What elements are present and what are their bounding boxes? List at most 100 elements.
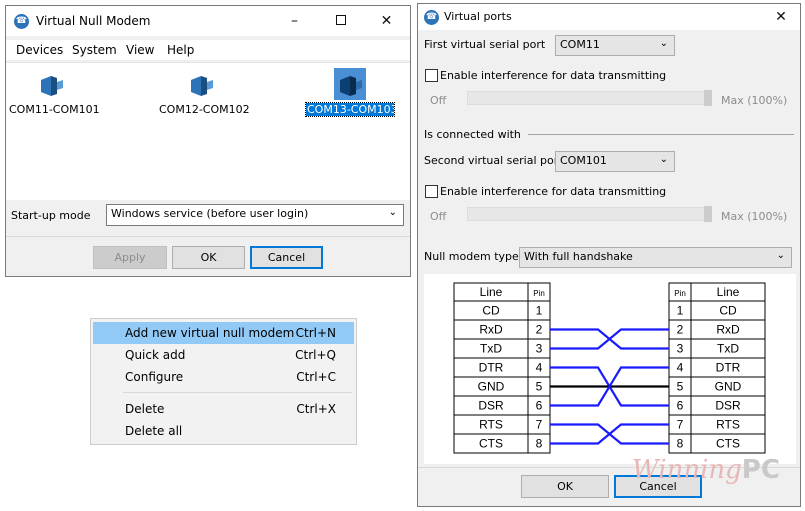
menu-help[interactable]: Help xyxy=(167,43,194,57)
menu-view[interactable]: View xyxy=(126,43,154,57)
right-line-label: RxD xyxy=(716,323,740,337)
null-modem-titlebar[interactable]: ☎ Virtual Null Modem – ✕ xyxy=(6,6,410,36)
minimize-icon[interactable]: – xyxy=(272,6,317,36)
menu-item-add-null-modem[interactable]: Add new virtual null modem Ctrl+N xyxy=(93,322,354,344)
virtual-ports-titlebar[interactable]: ☎ Virtual ports ✕ xyxy=(418,4,800,30)
null-modem-device-icon xyxy=(35,68,67,100)
menu-devices[interactable]: Devices xyxy=(16,43,63,57)
interference-slider-2[interactable] xyxy=(467,206,712,222)
close-icon[interactable]: ✕ xyxy=(364,6,409,36)
menu-item-configure[interactable]: Configure Ctrl+C xyxy=(93,366,354,388)
null-modem-type-select[interactable]: With full handshake ⌄ xyxy=(519,247,792,268)
app-icon: ☎ xyxy=(424,10,439,25)
left-line-label: RxD xyxy=(479,323,503,337)
wire-connection xyxy=(550,423,669,445)
right-line-label: DTR xyxy=(716,361,741,375)
interference-label-2: Enable interference for data transmittin… xyxy=(440,185,667,198)
left-pin-label: 8 xyxy=(536,437,543,451)
cancel-button[interactable]: Cancel xyxy=(250,246,323,269)
second-port-label: Second virtual serial port xyxy=(424,154,563,167)
right-pin-label: 8 xyxy=(677,437,684,451)
right-line-label: RTS xyxy=(716,418,740,432)
app-icon: ☎ xyxy=(14,14,29,29)
right-header-line: Line xyxy=(717,285,740,299)
startup-mode-label: Start-up mode xyxy=(11,209,91,222)
divider xyxy=(6,236,410,237)
menu-item-label: Add new virtual null modem xyxy=(125,326,295,340)
right-line-label: GND xyxy=(715,380,742,394)
null-modem-device-icon xyxy=(185,68,217,100)
menu-item-label: Delete xyxy=(125,402,165,416)
chevron-down-icon: ⌄ xyxy=(659,38,668,49)
first-port-label: First virtual serial port xyxy=(424,38,546,51)
left-line-label: TxD xyxy=(480,342,502,356)
right-pin-label: 5 xyxy=(677,380,684,394)
null-modem-type-label: Null modem type xyxy=(424,250,519,263)
right-line-label: DSR xyxy=(715,399,741,413)
menu-item-shortcut: Ctrl+C xyxy=(296,370,336,384)
interference-slider-1[interactable] xyxy=(467,90,712,106)
slider-thumb[interactable] xyxy=(704,90,712,106)
device-item[interactable]: COM11-COM101 xyxy=(8,68,100,116)
startup-mode-select[interactable]: Windows service (before user login) ⌄ xyxy=(106,204,404,226)
left-line-label: CD xyxy=(482,304,500,318)
menu-item-delete-all[interactable]: Delete all xyxy=(93,420,354,442)
interference-checkbox-1[interactable] xyxy=(425,69,438,82)
apply-button[interactable]: Apply xyxy=(93,246,167,269)
right-pin-label: 2 xyxy=(677,323,684,337)
right-line-label: CTS xyxy=(716,437,740,451)
left-pin-label: 7 xyxy=(536,418,543,432)
device-label: COM11-COM101 xyxy=(9,103,100,116)
device-label: COM13-COM103 xyxy=(305,102,398,117)
left-pin-label: 3 xyxy=(536,342,543,356)
menu-item-shortcut: Ctrl+X xyxy=(296,402,336,416)
menu-item-shortcut: Ctrl+Q xyxy=(295,348,336,362)
right-pin-label: 3 xyxy=(677,342,684,356)
window-title: Virtual Null Modem xyxy=(36,14,151,28)
device-item[interactable]: COM12-COM102 xyxy=(158,68,250,116)
slider-thumb[interactable] xyxy=(704,206,712,222)
ok-button[interactable]: OK xyxy=(521,475,609,498)
null-modem-window: ☎ Virtual Null Modem – ✕ Devices System … xyxy=(5,5,411,277)
startup-mode-value: Windows service (before user login) xyxy=(111,207,309,220)
maximize-icon[interactable] xyxy=(318,6,363,36)
menu-system[interactable]: System xyxy=(72,43,117,57)
device-item-selected[interactable]: COM13-COM103 xyxy=(305,68,398,117)
interference-checkbox-2[interactable] xyxy=(425,185,438,198)
right-line-label: TxD xyxy=(717,342,739,356)
off-label-2: Off xyxy=(430,210,447,223)
section-divider xyxy=(528,134,794,135)
right-line-label: CD xyxy=(719,304,737,318)
chevron-down-icon: ⌄ xyxy=(776,250,785,261)
second-port-value: COM101 xyxy=(560,154,607,167)
device-label: COM12-COM102 xyxy=(159,103,250,116)
menu-item-label: Configure xyxy=(125,370,184,384)
second-port-select[interactable]: COM101 ⌄ xyxy=(555,151,675,172)
menu-item-label: Quick add xyxy=(125,348,186,362)
wire-connection xyxy=(550,328,669,350)
first-port-select[interactable]: COM11 ⌄ xyxy=(555,35,675,56)
right-pin-label: 7 xyxy=(677,418,684,432)
device-list[interactable]: COM11-COM101 COM12-COM102 COM13-COM103 xyxy=(6,62,410,200)
menu-item-quick-add[interactable]: Quick add Ctrl+Q xyxy=(93,344,354,366)
menu-separator xyxy=(123,392,352,393)
chevron-down-icon: ⌄ xyxy=(659,154,668,165)
ok-button[interactable]: OK xyxy=(172,246,245,269)
menu-item-delete[interactable]: Delete Ctrl+X xyxy=(93,398,354,420)
watermark-brand: PC xyxy=(741,455,780,485)
right-header-pin: Pin xyxy=(674,289,686,298)
menu-item-label: Delete all xyxy=(125,424,183,438)
virtual-ports-window: ☎ Virtual ports ✕ First virtual serial p… xyxy=(417,3,801,507)
close-icon[interactable]: ✕ xyxy=(761,4,801,30)
connected-with-label: Is connected with xyxy=(424,128,521,141)
left-pin-label: 6 xyxy=(536,399,543,413)
right-pin-label: 1 xyxy=(677,304,684,318)
left-line-label: DSR xyxy=(478,399,504,413)
left-pin-label: 5 xyxy=(536,380,543,394)
max-label-2: Max (100%) xyxy=(721,210,788,223)
menu-item-shortcut: Ctrl+N xyxy=(295,326,336,340)
wiring-panel: Line Pin Pin Line CD 1 RxD 2 TxD 3 DTR 4 GND 5 DSR 6 RTS… xyxy=(424,274,796,464)
left-line-label: RTS xyxy=(479,418,503,432)
left-header-pin: Pin xyxy=(533,289,545,298)
max-label-1: Max (100%) xyxy=(721,94,788,107)
